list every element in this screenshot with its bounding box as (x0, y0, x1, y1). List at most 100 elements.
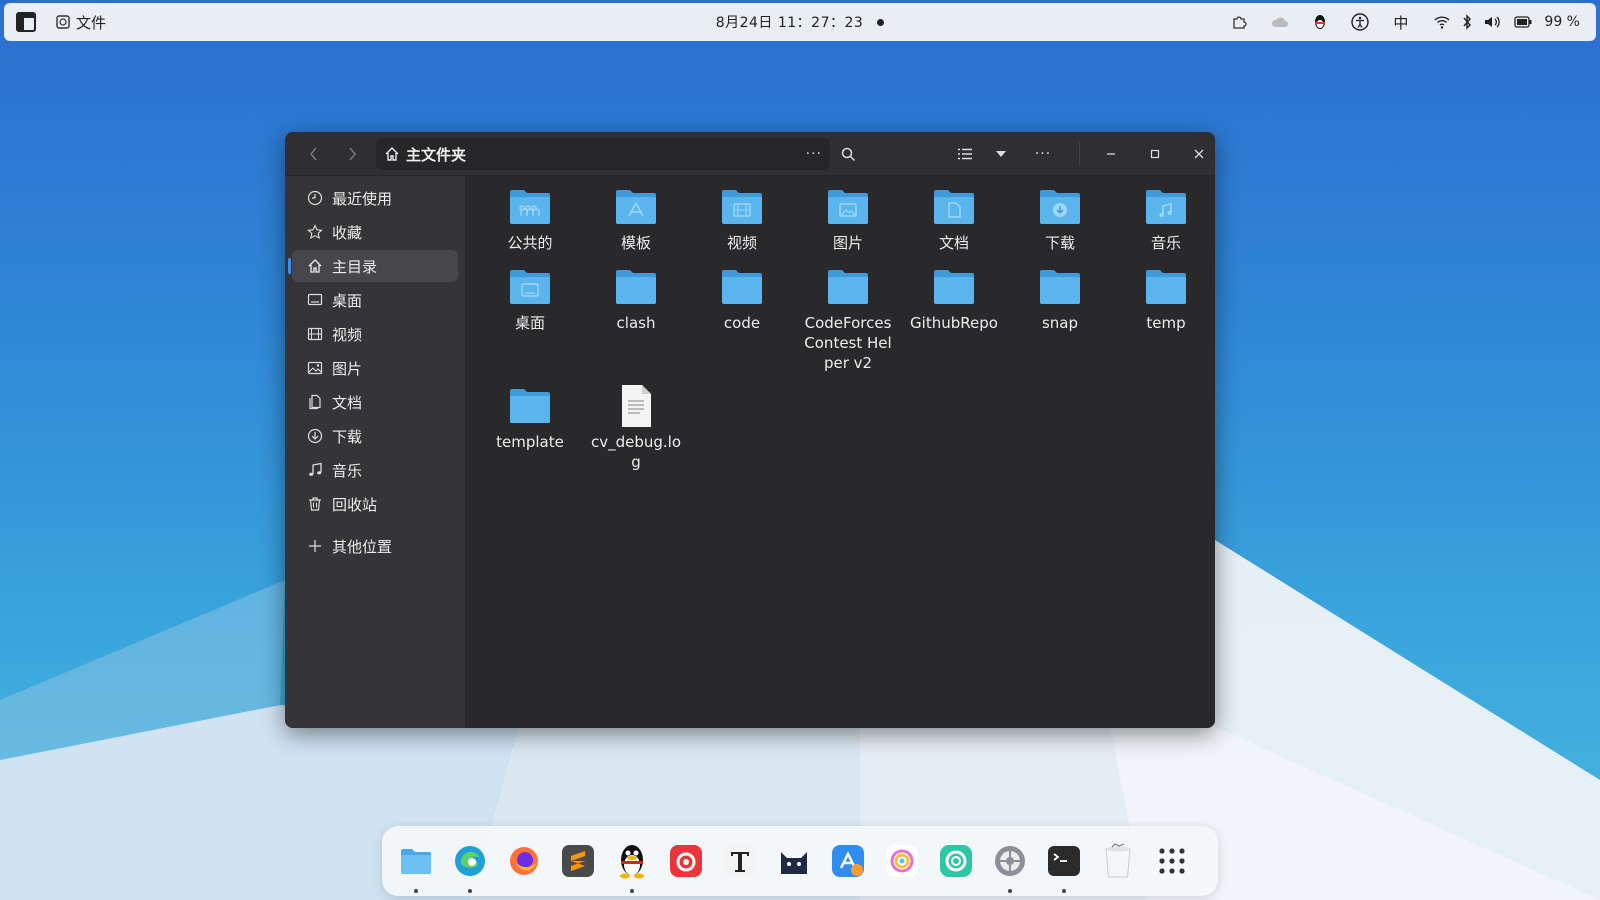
sublime-text-icon (562, 845, 594, 877)
qq-tray-button[interactable] (1301, 3, 1339, 41)
forward-button[interactable] (333, 132, 371, 176)
dock-edge[interactable] (450, 841, 490, 893)
gear-icon (995, 846, 1025, 876)
folder-item[interactable]: snap (1007, 264, 1113, 373)
sidebar-item-other-locations[interactable]: 其他位置 (292, 530, 458, 562)
typora-icon (724, 845, 756, 877)
folder-item[interactable]: CodeForces Contest Helper v2 (795, 264, 901, 373)
folder-item[interactable]: 下载 (1007, 184, 1113, 254)
sidebar-item-pictures[interactable]: 图片 (292, 352, 458, 384)
path-menu-button[interactable]: ··· (806, 146, 822, 162)
view-options-button[interactable] (983, 132, 1019, 176)
dock-trash[interactable] (1098, 841, 1138, 881)
folder-icon (613, 184, 659, 230)
dock-remote[interactable] (936, 841, 976, 881)
file-name-label: cv_debug.log (590, 433, 682, 471)
app-name: 文件 (76, 13, 107, 32)
folder-icon (507, 184, 553, 230)
dock-typora[interactable] (720, 841, 760, 881)
cloud-icon (1272, 17, 1289, 27)
document-icon (306, 393, 324, 411)
folder-item[interactable]: 视频 (689, 184, 795, 254)
plus-icon (306, 537, 324, 555)
sidebar-item-downloads[interactable]: 下载 (292, 420, 458, 452)
sidebar-item-label: 图片 (332, 359, 363, 378)
system-status-menu[interactable]: 99 % (1420, 14, 1586, 30)
file-view[interactable]: 公共的 模板 视频 图片 文档 下载 音乐桌面 clash code CodeForces Con… (467, 176, 1215, 728)
view-list-button[interactable] (947, 132, 983, 176)
search-button[interactable] (830, 132, 866, 176)
file-name-label: code (723, 314, 761, 332)
main-menu-button[interactable]: ··· (1025, 132, 1061, 176)
sidebar-item-home[interactable]: 主目录 (288, 250, 458, 282)
dock-app-grid[interactable] (1152, 841, 1192, 881)
file-name-label: 下载 (1044, 234, 1075, 252)
files-app-icon (401, 849, 431, 874)
header-separator (1079, 142, 1080, 166)
dock-app-store[interactable] (828, 841, 868, 881)
folder-icon (825, 264, 871, 310)
search-icon (841, 147, 855, 161)
path-crumb-home[interactable]: 主文件夹 (406, 144, 466, 165)
cloud-tray-button[interactable] (1259, 3, 1301, 41)
sidebar-item-label: 最近使用 (332, 189, 393, 208)
sidebar-item-desktop[interactable]: 桌面 (292, 284, 458, 316)
folder-item[interactable]: 音乐 (1113, 184, 1215, 254)
input-method-button[interactable]: 中 (1381, 3, 1420, 41)
trash-icon (306, 495, 324, 513)
dock-files[interactable] (396, 841, 436, 893)
folder-item[interactable]: 图片 (795, 184, 901, 254)
path-bar[interactable]: 主文件夹 ··· (376, 138, 830, 170)
file-name-label: 公共的 (507, 234, 553, 252)
sidebar-item-recent[interactable]: 最近使用 (292, 182, 458, 214)
folder-item[interactable]: GithubRepo (901, 264, 1007, 373)
maximize-button[interactable] (1137, 132, 1173, 176)
dock-qq[interactable] (612, 841, 652, 893)
close-icon (1194, 149, 1204, 159)
firefox-icon (510, 847, 538, 875)
close-button[interactable] (1181, 132, 1215, 176)
folder-icon (1037, 184, 1083, 230)
sidebar: 最近使用 收藏 主目录 桌面 视频 图片 文档 下载 音乐 回收站 其他位置 (285, 176, 466, 728)
sidebar-item-videos[interactable]: 视频 (292, 318, 458, 350)
folder-item[interactable]: 公共的 (477, 184, 583, 254)
folder-item[interactable]: clash (583, 264, 689, 373)
folder-item[interactable]: 桌面 (477, 264, 583, 373)
dock-sublime-text[interactable] (558, 841, 598, 881)
dock-terminal[interactable] (1044, 841, 1084, 893)
dock-firefox[interactable] (504, 841, 544, 881)
folder-item[interactable]: template (477, 383, 583, 472)
sidebar-item-documents[interactable]: 文档 (292, 386, 458, 418)
folder-item[interactable]: temp (1113, 264, 1215, 373)
file-name-label: snap (1041, 314, 1079, 332)
dock-clash[interactable] (774, 841, 814, 881)
folder-item[interactable]: 模板 (583, 184, 689, 254)
app-menu[interactable]: 文件 (56, 12, 106, 33)
extension-tray-button[interactable] (1219, 3, 1259, 41)
sidebar-item-music[interactable]: 音乐 (292, 454, 458, 486)
file-item[interactable]: cv_debug.log (583, 383, 689, 472)
desktop-icon (306, 291, 324, 309)
battery-icon (1514, 16, 1532, 28)
back-button[interactable] (295, 132, 333, 176)
file-name-label: template (496, 433, 564, 451)
folder-icon (931, 264, 977, 310)
dock-netease-music[interactable] (666, 841, 706, 881)
folder-icon (507, 383, 553, 429)
folder-item[interactable]: code (689, 264, 795, 373)
accessibility-button[interactable] (1339, 3, 1381, 41)
clock[interactable]: 8月24日 11：27：23 (716, 12, 885, 32)
minimize-button[interactable] (1093, 132, 1129, 176)
dock-pinwheel[interactable] (882, 841, 922, 881)
sidebar-item-starred[interactable]: 收藏 (292, 216, 458, 248)
folder-item[interactable]: 文档 (901, 184, 1007, 254)
download-icon (306, 427, 324, 445)
trash-icon (1105, 843, 1131, 878)
activities-button[interactable] (8, 3, 44, 41)
dock-settings[interactable] (990, 841, 1030, 893)
sidebar-item-trash[interactable]: 回收站 (292, 488, 458, 520)
file-name-label: temp (1146, 314, 1186, 332)
running-indicator (414, 889, 418, 893)
accessibility-icon (1351, 13, 1370, 31)
file-name-label: 图片 (832, 234, 863, 252)
